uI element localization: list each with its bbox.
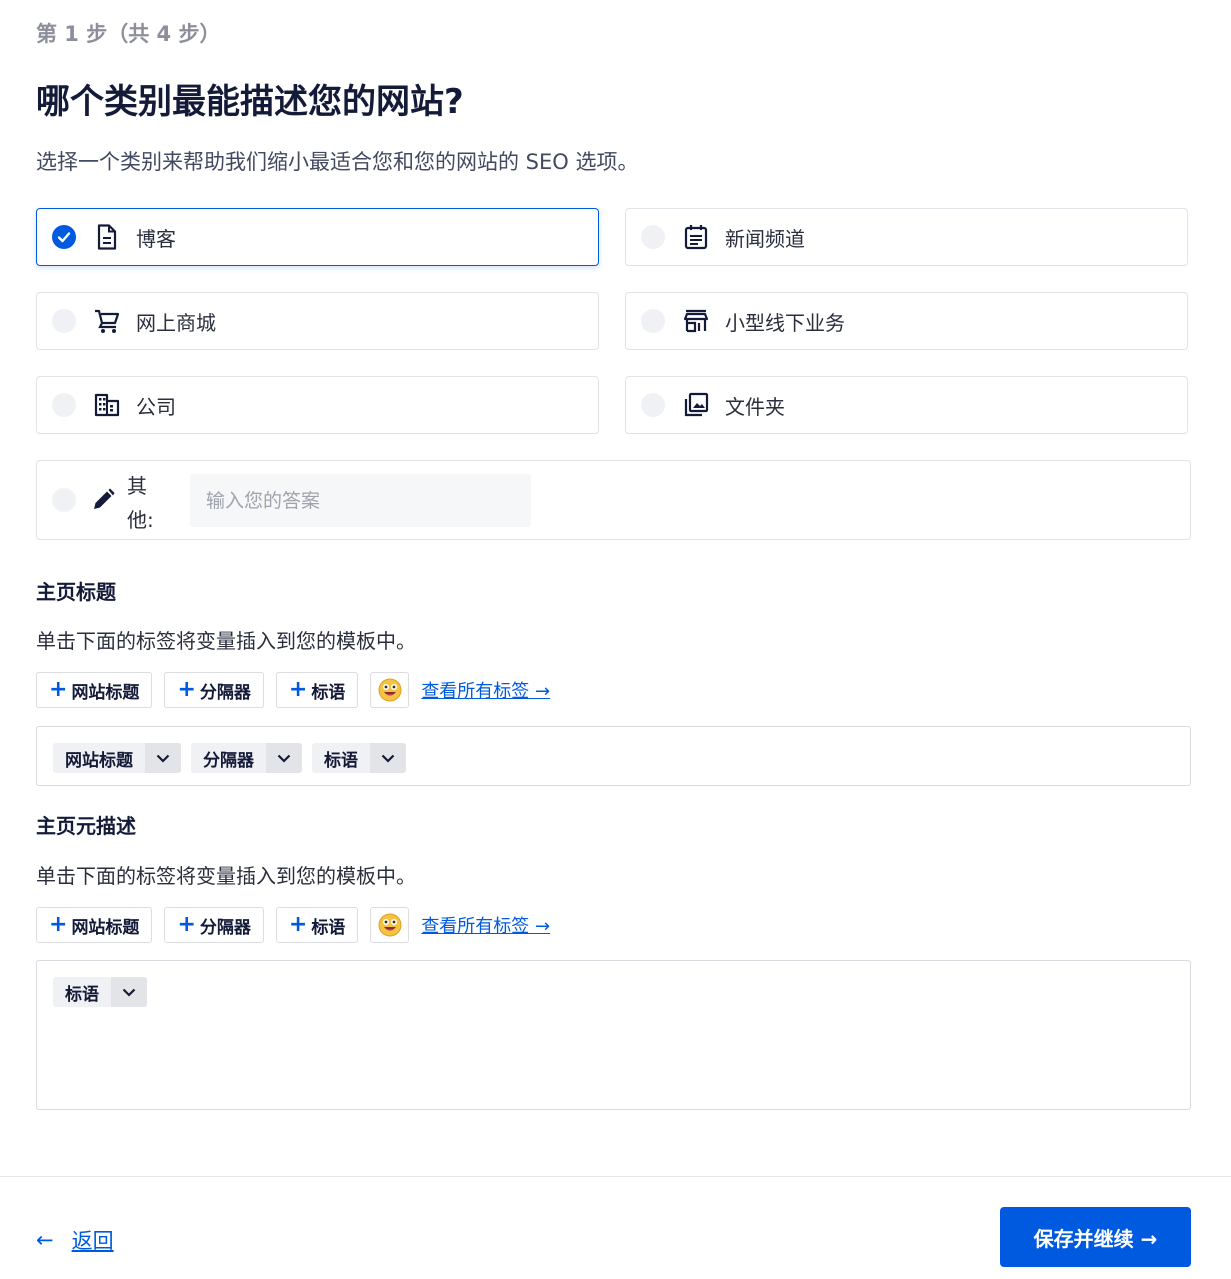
emoji-picker-button[interactable] [370, 672, 410, 708]
arrow-left-icon: ← [36, 1228, 54, 1252]
view-all-tags-link[interactable]: 查看所有标签 → [421, 912, 550, 938]
home-meta-tag-bar: + 网站标题 + 分隔器 + 标语 查看所有标签 → [36, 907, 550, 943]
tag-chip-separator[interactable]: 分隔器 [191, 743, 302, 773]
plus-icon: + [177, 912, 196, 937]
radio-button[interactable] [52, 393, 76, 417]
tag-chip-tagline[interactable]: 标语 [312, 743, 406, 773]
plus-icon: + [49, 677, 68, 702]
home-title-description: 单击下面的标签将变量插入到您的模板中。 [36, 629, 416, 653]
tag-chip-tagline[interactable]: 标语 [53, 977, 147, 1007]
radio-button[interactable] [641, 309, 665, 333]
category-label: 小型线下业务 [725, 310, 845, 335]
category-option-shop[interactable]: 网上商城 [36, 292, 599, 350]
other-answer-input[interactable] [190, 474, 531, 527]
gallery-icon [683, 392, 709, 418]
pencil-icon [90, 487, 116, 513]
category-option-portfolio[interactable]: 文件夹 [625, 376, 1188, 434]
other-label: 其他: [127, 474, 154, 532]
add-tagline-tag-button[interactable]: + 标语 [275, 672, 359, 708]
home-meta-description: 单击下面的标签将变量插入到您的模板中。 [36, 864, 416, 888]
document-icon [94, 224, 120, 250]
category-option-company[interactable]: 公司 [36, 376, 599, 434]
category-label: 公司 [136, 394, 176, 419]
plus-icon: + [288, 912, 308, 937]
home-title-tag-bar: + 网站标题 + 分隔器 + 标语 查看所有标签 → [36, 672, 550, 708]
emoji-icon [378, 678, 402, 702]
category-label: 博客 [136, 226, 176, 251]
storefront-icon [683, 308, 709, 334]
category-label: 文件夹 [725, 394, 785, 419]
category-option-other[interactable]: 其他: [36, 460, 1191, 540]
radio-button[interactable] [641, 393, 665, 417]
page-subtitle: 选择一个类别来帮助我们缩小最适合您和您的网站的 SEO 选项。 [36, 150, 639, 174]
home-title-editor[interactable]: 网站标题 分隔器 标语 [36, 726, 1191, 786]
building-icon [94, 392, 120, 418]
chevron-down-icon[interactable] [370, 743, 406, 773]
plus-icon: + [49, 912, 68, 937]
add-tagline-tag-button[interactable]: + 标语 [275, 907, 359, 943]
add-site-title-tag-button[interactable]: + 网站标题 [36, 907, 153, 943]
category-label: 网上商城 [136, 310, 216, 335]
add-separator-tag-button[interactable]: + 分隔器 [164, 672, 264, 708]
category-option-local-business[interactable]: 小型线下业务 [625, 292, 1188, 350]
page-title: 哪个类别最能描述您的网站? [36, 82, 464, 122]
newspaper-icon [683, 224, 709, 250]
home-meta-heading: 主页元描述 [36, 814, 136, 838]
radio-button[interactable] [52, 309, 76, 333]
chevron-down-icon[interactable] [266, 743, 302, 773]
plus-icon: + [177, 677, 196, 702]
emoji-icon [378, 913, 402, 937]
back-link[interactable]: ← 返回 [36, 1225, 114, 1255]
radio-button[interactable] [641, 225, 665, 249]
radio-button[interactable] [52, 488, 76, 512]
back-label: 返回 [71, 1229, 114, 1253]
check-icon [52, 225, 76, 249]
add-site-title-tag-button[interactable]: + 网站标题 [36, 672, 153, 708]
plus-icon: + [288, 677, 308, 702]
category-option-news[interactable]: 新闻频道 [625, 208, 1188, 266]
chevron-down-icon[interactable] [111, 977, 147, 1007]
chevron-down-icon[interactable] [145, 743, 181, 773]
shopping-cart-icon [94, 308, 120, 334]
save-and-continue-button[interactable]: 保存并继续 → [1000, 1207, 1191, 1267]
footer-divider [0, 1176, 1231, 1177]
home-meta-editor[interactable]: 标语 [36, 960, 1191, 1110]
emoji-picker-button[interactable] [370, 907, 410, 943]
view-all-tags-link[interactable]: 查看所有标签 → [421, 677, 550, 703]
add-separator-tag-button[interactable]: + 分隔器 [164, 907, 264, 943]
category-option-blog[interactable]: 博客 [36, 208, 599, 266]
step-indicator: 第 1 步（共 4 步） [36, 22, 221, 46]
home-title-heading: 主页标题 [36, 580, 116, 604]
category-label: 新闻频道 [725, 226, 805, 251]
tag-chip-site-title[interactable]: 网站标题 [53, 743, 181, 773]
